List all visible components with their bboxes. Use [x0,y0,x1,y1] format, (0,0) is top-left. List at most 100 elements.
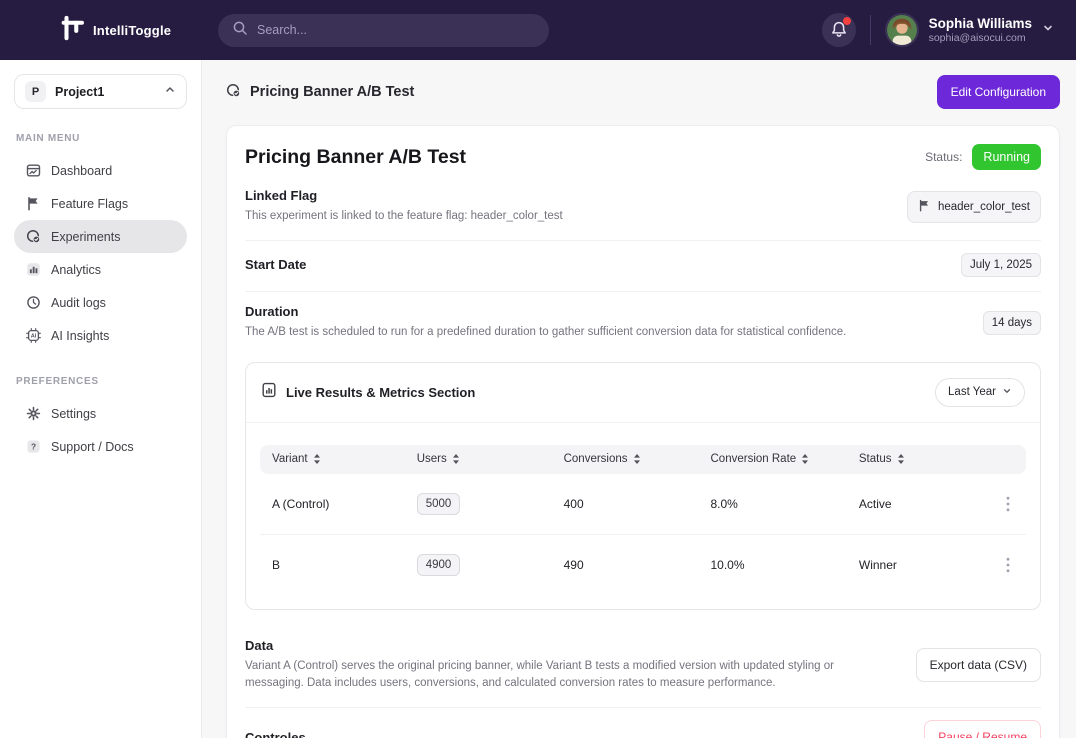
notification-dot [843,17,851,25]
time-range-dropdown[interactable]: Last Year [935,378,1025,407]
preferences-menu: Settings ? Support / Docs [14,397,187,463]
sidebar-item-support-docs[interactable]: ? Support / Docs [14,430,187,463]
start-date-value[interactable]: July 1, 2025 [961,253,1041,277]
chevron-up-icon [164,83,176,101]
sidebar-item-dashboard[interactable]: Dashboard [14,154,187,187]
chevron-down-icon[interactable] [1042,21,1054,39]
sidebar-item-label: Feature Flags [51,197,128,211]
brand[interactable]: IntelliToggle [60,13,218,48]
project-name: Project1 [55,85,155,99]
experiment-card: Pricing Banner A/B Test Status: Running … [226,125,1060,738]
top-navbar: IntelliToggle Sophia Williams sophia@ais… [0,0,1076,60]
main-menu: Dashboard Feature Flags Experiments Anal… [14,154,187,352]
pause-resume-button[interactable]: Pause / Resume [924,720,1041,738]
linked-flag-row: Linked Flag This experiment is linked to… [245,184,1041,240]
column-header-conversion-rate[interactable]: Conversion Rate [711,453,859,465]
user-info: Sophia Williams sophia@aisocui.com [929,16,1032,45]
data-description: Variant A (Control) serves the original … [245,658,865,694]
duration-row: Duration The A/B test is scheduled to ru… [245,292,1041,356]
data-text: Data Variant A (Control) serves the orig… [245,638,865,694]
sidebar-item-label: AI Insights [51,329,109,343]
page-title: Pricing Banner A/B Test [250,84,414,100]
cell-conversions: 490 [564,558,711,572]
column-header-conversions[interactable]: Conversions [564,453,711,465]
linked-flag-value: header_color_test [938,201,1030,213]
flag-icon [26,196,41,211]
linked-flag-chip[interactable]: header_color_test [907,191,1041,223]
column-header-variant[interactable]: Variant [272,453,417,465]
sidebar-item-audit-logs[interactable]: Audit logs [14,286,187,319]
cell-rate: 10.0% [711,558,859,572]
sort-icon [801,453,809,465]
ai-chip-icon: AI [26,328,41,343]
data-title: Data [245,638,865,653]
sidebar-item-label: Settings [51,407,96,421]
cell-users[interactable]: 4900 [417,554,461,576]
project-initial-badge: P [25,81,46,102]
results-table: Variant Users Conversions Conversion Rat… [246,423,1040,609]
search-box[interactable] [218,14,549,47]
sidebar-item-experiments[interactable]: Experiments [14,220,187,253]
user-menu[interactable]: Sophia Williams sophia@aisocui.com [885,13,1054,47]
start-date-title: Start Date [245,257,306,272]
section-label-preferences: PREFERENCES [16,376,187,387]
sidebar-item-label: Analytics [51,263,101,277]
duration-description: The A/B test is scheduled to run for a p… [245,324,846,342]
sidebar-item-label: Dashboard [51,164,112,178]
sort-icon [897,453,905,465]
controls-title: Controles [245,730,306,738]
results-title: Live Results & Metrics Section [286,385,475,400]
search-icon [232,20,248,41]
results-card: Live Results & Metrics Section Last Year… [245,362,1041,610]
start-date-row: Start Date July 1, 2025 [245,241,1041,291]
card-title-row: Pricing Banner A/B Test Status: Running [245,144,1041,170]
time-range-value: Last Year [948,386,996,398]
navbar-right: Sophia Williams sophia@aisocui.com [822,13,1054,47]
row-menu-button[interactable] [1002,492,1014,516]
kebab-icon [1006,496,1010,512]
export-csv-button[interactable]: Export data (CSV) [916,648,1041,682]
row-menu-button[interactable] [1002,553,1014,577]
notifications-button[interactable] [822,13,856,47]
experiments-icon [26,229,41,244]
chevron-down-icon [1002,386,1012,399]
svg-text:AI: AI [31,334,37,340]
linked-flag-description: This experiment is linked to the feature… [245,208,563,226]
cell-variant: B [272,558,417,572]
sidebar-item-feature-flags[interactable]: Feature Flags [14,187,187,220]
sidebar-item-settings[interactable]: Settings [14,397,187,430]
cell-status: Winner [859,558,974,572]
user-email: sophia@aisocui.com [929,32,1032,44]
column-header-users[interactable]: Users [417,453,564,465]
page-header: Pricing Banner A/B Test Edit Configurati… [202,60,1076,124]
edit-configuration-button[interactable]: Edit Configuration [937,75,1060,109]
cell-users[interactable]: 5000 [417,493,461,515]
sidebar-item-label: Audit logs [51,296,106,310]
sidebar-item-analytics[interactable]: Analytics [14,253,187,286]
gear-icon [26,406,41,421]
clock-icon [26,295,41,310]
duration-value[interactable]: 14 days [983,311,1041,335]
sidebar-item-label: Support / Docs [51,440,134,454]
metrics-chart-icon [261,382,277,403]
analytics-icon [26,262,41,277]
controls-row: Controles Pause / Resume [245,708,1041,738]
sidebar: P Project1 MAIN MENU Dashboard Feature F… [0,60,202,738]
brand-name: IntelliToggle [93,23,171,38]
user-name: Sophia Williams [929,16,1032,33]
linked-flag-text: Linked Flag This experiment is linked to… [245,188,563,226]
cell-variant: A (Control) [272,497,417,511]
linked-flag-title: Linked Flag [245,188,563,203]
avatar [885,13,919,47]
sidebar-item-ai-insights[interactable]: AI AI Insights [14,319,187,352]
intellitoggle-logo-icon [60,13,86,48]
svg-text:?: ? [31,442,36,452]
results-header: Live Results & Metrics Section Last Year [246,363,1040,422]
project-selector[interactable]: P Project1 [14,74,187,109]
search-input[interactable] [257,23,535,37]
page-header-title-group: Pricing Banner A/B Test [226,83,414,102]
cell-rate: 8.0% [711,497,859,511]
experiment-title: Pricing Banner A/B Test [245,146,466,169]
kebab-icon [1006,557,1010,573]
column-header-status[interactable]: Status [859,453,974,465]
